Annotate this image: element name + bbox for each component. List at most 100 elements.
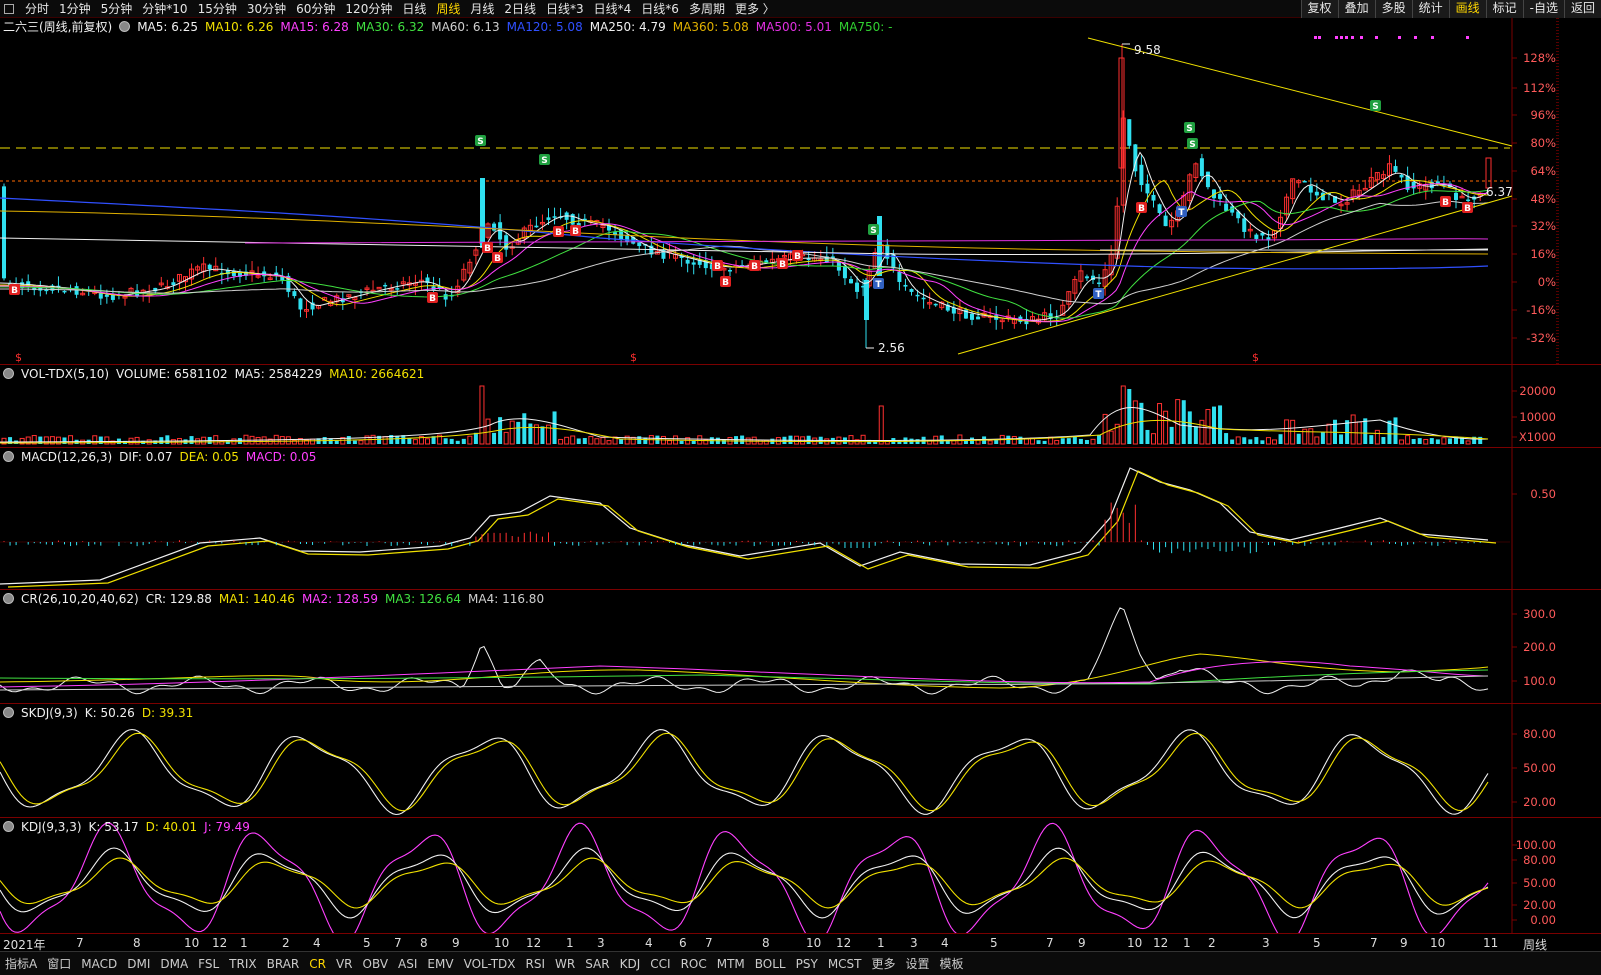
period-tab[interactable]: 日线*6: [636, 1, 684, 17]
tool-button[interactable]: 返回: [1563, 0, 1601, 18]
indicator-tab[interactable]: OBV: [358, 957, 394, 971]
legend-value: D: 40.01: [145, 820, 198, 834]
indicator-tab[interactable]: 更多: [867, 955, 901, 972]
indicator-toggle-icon[interactable]: [3, 368, 14, 379]
scroll-dot: [1556, 168, 1559, 169]
period-tab[interactable]: 60分钟: [291, 1, 340, 17]
indicator-toggle-icon[interactable]: [3, 451, 14, 462]
indicator-toggle-icon[interactable]: [3, 593, 14, 604]
period-tab[interactable]: 5分钟: [96, 1, 138, 17]
indicator-tab[interactable]: TRIX: [224, 957, 261, 971]
time-label: 4: [645, 936, 653, 950]
macd-legend: MACD(12,26,3) DIF: 0.07 DEA: 0.05 MACD: 0.0…: [3, 450, 316, 464]
buy-signal-icon-glyph: B: [722, 278, 729, 288]
indicator-tab[interactable]: VR: [331, 957, 358, 971]
indicator-toggle-icon[interactable]: [3, 707, 14, 718]
volume-bar-up: [1108, 430, 1114, 445]
indicator-tab[interactable]: DMI: [122, 957, 155, 971]
period-tab[interactable]: 日线*4: [589, 1, 637, 17]
candle-body-down: [903, 284, 908, 287]
period-tab[interactable]: 日线*3: [541, 1, 589, 17]
candle-body-down: [1163, 215, 1168, 227]
scroll-dot: [1556, 294, 1559, 295]
indicator-tab[interactable]: CCI: [645, 957, 675, 971]
indicator-tab[interactable]: 指标A: [0, 955, 42, 972]
skdj-chart[interactable]: 80.00 50.00 20.00: [0, 704, 1601, 818]
tool-button[interactable]: 画线: [1448, 0, 1486, 18]
tool-button[interactable]: 复权: [1300, 0, 1338, 18]
indicator-tab[interactable]: VOL-TDX: [459, 957, 521, 971]
volume-bar-up: [757, 439, 763, 445]
indicator-tab[interactable]: BRAR: [262, 957, 305, 971]
period-tab[interactable]: 120分钟: [340, 1, 397, 17]
indicator-tab[interactable]: ASI: [393, 957, 422, 971]
tool-button[interactable]: 标记: [1485, 0, 1523, 18]
indicator-tab[interactable]: PSY: [791, 957, 823, 971]
tool-button[interactable]: 多股: [1374, 0, 1412, 18]
indicator-tab[interactable]: 窗口: [42, 955, 76, 972]
scroll-dot: [1556, 309, 1559, 310]
period-tab[interactable]: 分钟*10: [137, 1, 192, 17]
scroll-dot: [1556, 189, 1559, 190]
period-tab[interactable]: 更多 〉: [730, 1, 780, 17]
legend-value: CR: 129.88: [145, 592, 212, 606]
marker-dot: [1360, 36, 1363, 39]
period-tab[interactable]: 1分钟: [54, 1, 96, 17]
indicator-tab[interactable]: 设置: [901, 955, 935, 972]
window-menu-icon[interactable]: [4, 3, 14, 14]
indicator-tab[interactable]: KDJ: [615, 957, 646, 971]
macd-chart[interactable]: 0.50: [0, 448, 1601, 590]
indicator-tab[interactable]: FSL: [193, 957, 224, 971]
period-tab[interactable]: 15分钟: [193, 1, 242, 17]
indicator-toggle-icon[interactable]: [119, 21, 131, 32]
kdj-chart[interactable]: 100.0080.00 50.00 20.000.00: [0, 818, 1601, 944]
tool-button[interactable]: 叠加: [1337, 0, 1375, 18]
y-tick-label: 32%: [1530, 219, 1556, 233]
indicator-tab[interactable]: MACD: [76, 957, 122, 971]
scroll-dot: [1556, 150, 1559, 151]
scroll-dot: [1556, 87, 1559, 88]
scroll-dot: [1556, 342, 1559, 343]
time-axis: 2021年 7 8 10 12 1 2 4 5 7 8 9 10 12 1 3 4 6 7 8 10 12 1 3 4 5 7 9 10…: [0, 933, 1601, 952]
indicator-tab[interactable]: WR: [550, 957, 580, 971]
indicator-tab[interactable]: MCST: [823, 957, 867, 971]
indicator-tab[interactable]: ROC: [676, 957, 712, 971]
period-tab[interactable]: 月线: [465, 1, 499, 17]
period-tab[interactable]: 2日线: [499, 1, 541, 17]
volume-bar-down: [407, 438, 412, 444]
volume-bar-down: [516, 421, 521, 444]
scroll-dot: [1556, 75, 1559, 76]
time-label: 2: [282, 936, 290, 950]
period-tab[interactable]: 分时: [20, 1, 54, 17]
volume-bar-down: [225, 440, 230, 444]
legend-value: MA60: 6.13: [431, 20, 500, 34]
indicator-tab[interactable]: BOLL: [750, 957, 791, 971]
candle-body-down: [443, 294, 448, 300]
period-tab[interactable]: 30分钟: [242, 1, 291, 17]
indicator-tab[interactable]: MTM: [712, 957, 750, 971]
tool-button[interactable]: 统计: [1411, 0, 1449, 18]
scroll-dot: [1556, 282, 1559, 283]
scroll-dot: [1556, 210, 1559, 211]
marker-dot: [1414, 36, 1417, 39]
buy-signal-icon-glyph: B: [429, 294, 436, 304]
volume-bar-up: [1290, 419, 1296, 445]
price-chart[interactable]: 128% 112% 96% 80% 64% 48% 32% 16% 0% -16% -32% 9.58…: [0, 18, 1601, 365]
indicator-tab[interactable]: 模板: [935, 955, 969, 972]
indicator-tab[interactable]: CR: [304, 957, 331, 971]
period-tab[interactable]: 多周期: [684, 1, 730, 17]
indicator-tab[interactable]: DMA: [155, 957, 193, 971]
scroll-dot: [1556, 255, 1559, 256]
indicator-toggle-icon[interactable]: [3, 821, 14, 832]
indicator-tab[interactable]: SAR: [580, 957, 614, 971]
period-tab[interactable]: 周线: [431, 1, 465, 17]
cr-chart[interactable]: 300.0 200.0 100.0: [0, 590, 1601, 704]
legend-value: MACD(12,26,3): [21, 450, 113, 464]
period-tabs: 分时 1分钟 5分钟 分钟*10 15分钟 30分钟 60分钟 120分钟 日线 周线 月线 2日线日…: [20, 1, 780, 17]
indicator-tab[interactable]: RSI: [521, 957, 551, 971]
period-tab[interactable]: 日线: [397, 1, 431, 17]
scroll-dot: [1556, 162, 1559, 163]
indicator-tab[interactable]: EMV: [422, 957, 458, 971]
tool-button[interactable]: -自选: [1522, 0, 1564, 18]
volume-bar-up: [878, 405, 884, 445]
